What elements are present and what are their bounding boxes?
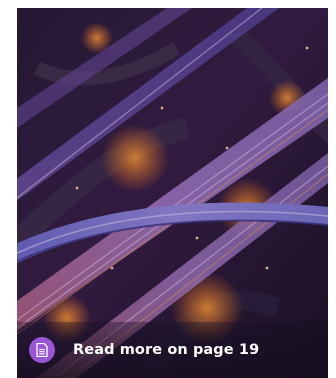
article-card[interactable]: Read more on page 19 [17,8,328,378]
document-icon [29,337,55,363]
read-more-bar[interactable]: Read more on page 19 [17,322,328,378]
read-more-link[interactable]: Read more on page 19 [73,342,259,358]
